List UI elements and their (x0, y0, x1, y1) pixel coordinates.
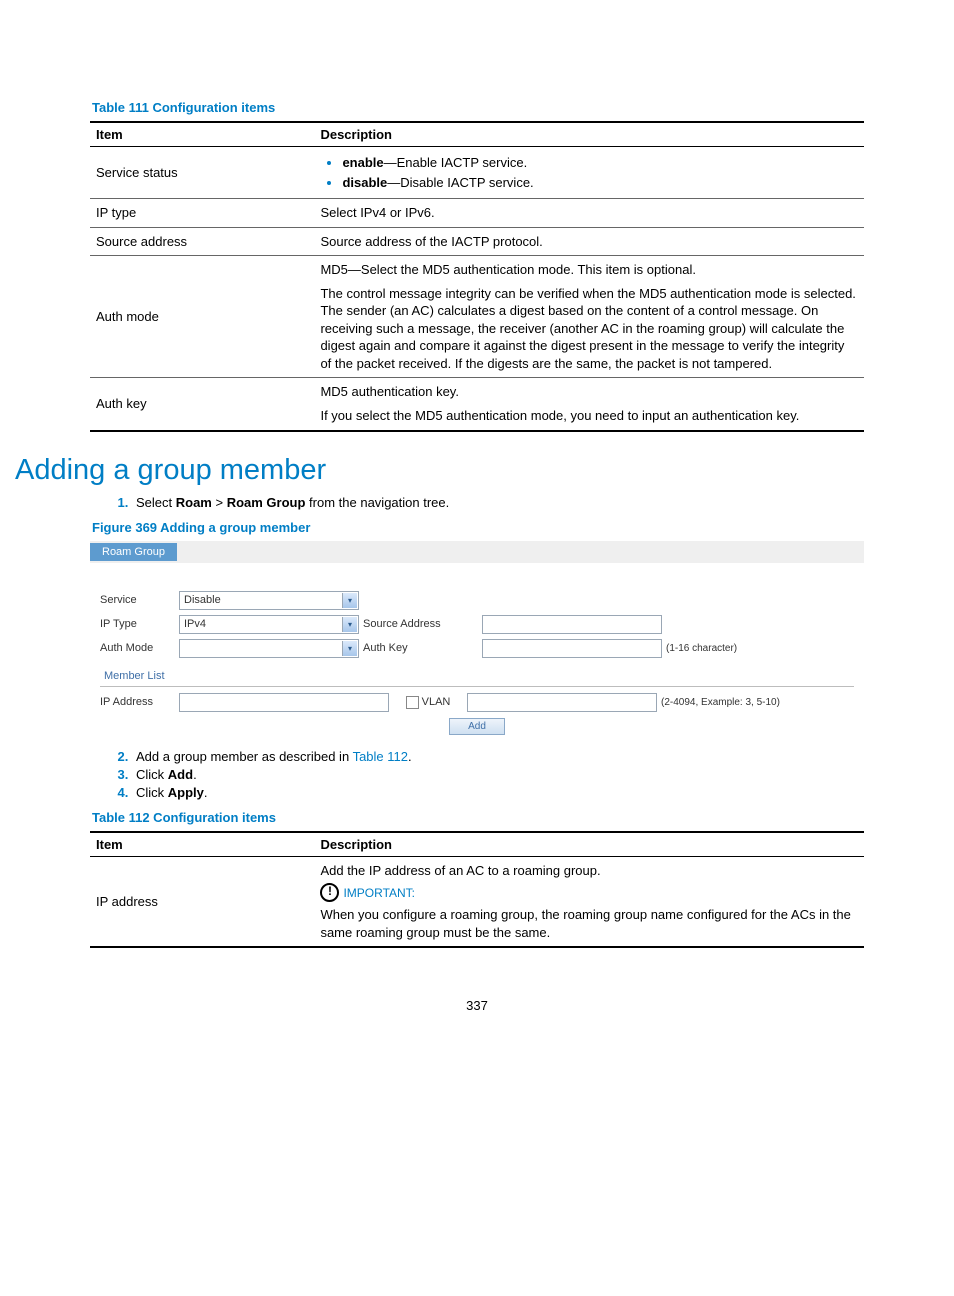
list-item: Click Apply. (132, 785, 864, 800)
cell-desc: MD5—Select the MD5 authentication mode. … (314, 256, 864, 378)
section-heading: Adding a group member (15, 454, 864, 487)
authkey-p1: MD5 authentication key. (320, 383, 858, 401)
vlan-label: VLAN (422, 696, 451, 708)
table-111: Item Description Service status enable—E… (90, 121, 864, 432)
figure-caption: Figure 369 Adding a group member (92, 520, 864, 535)
service-value: Disable (184, 594, 221, 606)
step1-roam: Roam (176, 495, 212, 510)
authmode-label: Auth Mode (100, 642, 175, 654)
step4-a: Click (136, 785, 168, 800)
list-item: Add a group member as described in Table… (132, 749, 864, 764)
cell-item: IP type (90, 199, 314, 228)
vlan-checkbox[interactable] (406, 696, 419, 709)
table-row: Service status enable—Enable IACTP servi… (90, 147, 864, 199)
authmode-p1: MD5—Select the MD5 authentication mode. … (320, 261, 858, 279)
ip-p1: Add the IP address of an AC to a roaming… (320, 862, 858, 880)
cell-desc: Source address of the IACTP protocol. (314, 227, 864, 256)
table-111-head-item: Item (90, 122, 314, 147)
cell-item: Service status (90, 147, 314, 199)
step3-a: Click (136, 767, 168, 782)
table-112-head-item: Item (90, 832, 314, 857)
list-item: Select Roam > Roam Group from the naviga… (132, 495, 864, 510)
chevron-down-icon: ▾ (342, 617, 357, 632)
service-select[interactable]: Disable ▾ (179, 591, 359, 610)
step2-a: Add a group member as described in (136, 749, 353, 764)
table-row: IP type Select IPv4 or IPv6. (90, 199, 864, 228)
tab-roam-group[interactable]: Roam Group (90, 543, 177, 561)
ip-p2: When you configure a roaming group, the … (320, 906, 858, 941)
table-112-caption: Table 112 Configuration items (92, 810, 864, 825)
table-111-caption: Table 111 Configuration items (92, 100, 864, 115)
disable-term: disable (342, 175, 387, 190)
table-111-head-desc: Description (314, 122, 864, 147)
cell-desc: MD5 authentication key. If you select th… (314, 378, 864, 431)
step1-text-c: from the navigation tree. (305, 495, 449, 510)
cell-desc: Select IPv4 or IPv6. (314, 199, 864, 228)
disable-text: —Disable IACTP service. (387, 175, 533, 190)
step4-b: Apply (168, 785, 204, 800)
page-number: 337 (90, 998, 864, 1013)
cell-item: Source address (90, 227, 314, 256)
cell-desc: Add the IP address of an AC to a roaming… (314, 856, 864, 947)
step4-c: . (204, 785, 208, 800)
iptype-select[interactable]: IPv4 ▾ (179, 615, 359, 634)
authkey-p2: If you select the MD5 authentication mod… (320, 407, 858, 425)
cell-item: IP address (90, 856, 314, 947)
table-row: Auth mode MD5—Select the MD5 authenticat… (90, 256, 864, 378)
source-address-input[interactable] (482, 615, 662, 634)
enable-term: enable (342, 155, 383, 170)
authkey-input[interactable] (482, 639, 662, 658)
cell-desc: enable—Enable IACTP service. disable—Dis… (314, 147, 864, 199)
authkey-hint: (1-16 character) (666, 643, 786, 654)
step1-text-a: Select (136, 495, 176, 510)
member-list-title: Member List (104, 670, 854, 682)
important-label: IMPORTANT: (343, 885, 415, 901)
figure-369: Roam Group Service Disable ▾ IP Type IPv… (90, 541, 864, 743)
iptype-label: IP Type (100, 618, 175, 630)
service-label: Service (100, 594, 175, 606)
step1-gt: > (212, 495, 227, 510)
enable-text: —Enable IACTP service. (384, 155, 528, 170)
ip-address-input[interactable] (179, 693, 389, 712)
authmode-select[interactable]: ▾ (179, 639, 359, 658)
step2-b: . (408, 749, 412, 764)
step3-c: . (193, 767, 197, 782)
add-button[interactable]: Add (449, 718, 505, 735)
table- row: IP address Add the IP address of an AC t… (90, 856, 864, 947)
authmode-p2: The control message integrity can be ver… (320, 285, 858, 373)
table-112-link[interactable]: Table 112 (353, 749, 408, 764)
cell-item: Auth key (90, 378, 314, 431)
authkey-label: Auth Key (363, 642, 478, 654)
chevron-down-icon: ▾ (342, 641, 357, 656)
table-112: Item Description IP address Add the IP a… (90, 831, 864, 949)
step1-roam-group: Roam Group (227, 495, 306, 510)
table-row: Source address Source address of the IAC… (90, 227, 864, 256)
vlan-input[interactable] (467, 693, 657, 712)
important-icon (320, 883, 339, 902)
source-address-label: Source Address (363, 618, 478, 630)
list-item: Click Add. (132, 767, 864, 782)
iptype-value: IPv4 (184, 618, 206, 630)
cell-item: Auth mode (90, 256, 314, 378)
table-row: Auth key MD5 authentication key. If you … (90, 378, 864, 431)
table-112-head-desc: Description (314, 832, 864, 857)
chevron-down-icon: ▾ (342, 593, 357, 608)
vlan-hint: (2-4094, Example: 3, 5-10) (661, 697, 854, 708)
ip-address-label: IP Address (100, 696, 175, 708)
step3-b: Add (168, 767, 193, 782)
